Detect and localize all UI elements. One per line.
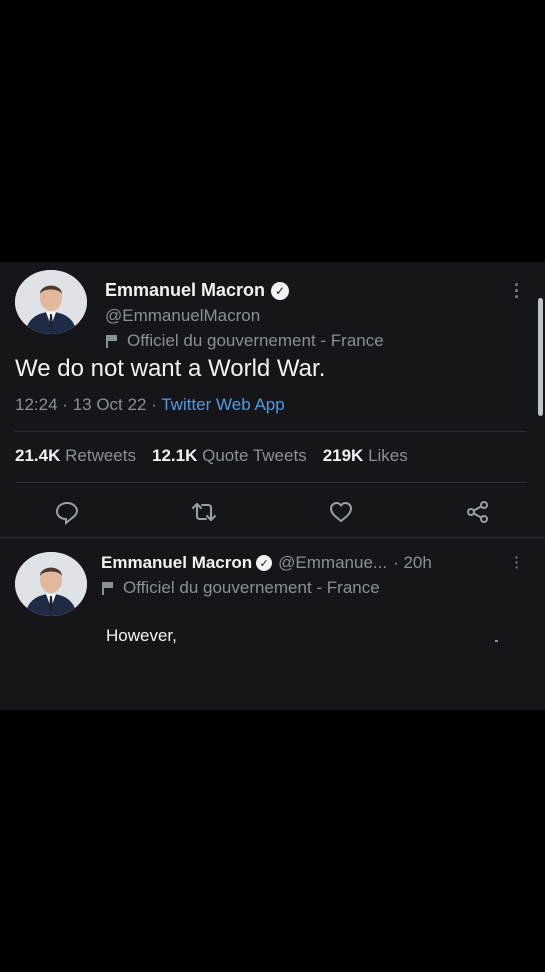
author-name[interactable]: Emmanuel Macron bbox=[105, 280, 265, 301]
divider bbox=[0, 537, 545, 538]
reply-header: Emmanuel Macron ✓ @Emmanue... · 20h bbox=[101, 553, 432, 573]
reply-author-handle[interactable]: @Emmanue... bbox=[278, 553, 387, 573]
author-handle[interactable]: @EmmanuelMacron bbox=[105, 306, 260, 326]
retweet-icon[interactable] bbox=[190, 498, 218, 526]
quote-tweets-count: 12.1K bbox=[151, 446, 198, 465]
reply-icon[interactable] bbox=[53, 498, 81, 526]
government-label: Officiel du gouvernement - France bbox=[105, 331, 384, 351]
quote-tweets-stat[interactable]: 12.1K Quote Tweets bbox=[152, 446, 307, 466]
divider bbox=[15, 482, 527, 483]
quote-tweets-label: Quote Tweets bbox=[202, 446, 307, 465]
tweet-panel bbox=[0, 262, 545, 710]
tweet-meta: 12:24 · 13 Oct 22 · Twitter Web App bbox=[15, 395, 285, 415]
meta-separator: · bbox=[151, 395, 157, 414]
reply-text: However, bbox=[106, 626, 177, 645]
reply-age[interactable]: · 20h bbox=[393, 553, 432, 573]
tweet-time[interactable]: 12:24 bbox=[15, 395, 58, 414]
tweet-stats: 21.4K Retweets 12.1K Quote Tweets 219K L… bbox=[15, 446, 408, 466]
stray-mark bbox=[495, 640, 498, 642]
share-icon[interactable] bbox=[464, 498, 492, 526]
likes-label: Likes bbox=[368, 446, 408, 465]
portrait-image bbox=[15, 270, 87, 334]
portrait-image bbox=[15, 552, 87, 616]
government-label-text: Officiel du gouvernement - France bbox=[127, 331, 384, 350]
screen: Emmanuel Macron ✓ @EmmanuelMacron Offici… bbox=[0, 0, 545, 972]
flag-icon bbox=[101, 581, 115, 595]
retweets-stat[interactable]: 21.4K Retweets bbox=[15, 446, 136, 466]
scrollbar[interactable] bbox=[538, 298, 543, 416]
retweets-label: Retweets bbox=[65, 446, 136, 465]
tweet-date[interactable]: 13 Oct 22 bbox=[73, 395, 147, 414]
author-name-row: Emmanuel Macron ✓ bbox=[105, 280, 290, 301]
like-icon[interactable] bbox=[327, 498, 355, 526]
divider bbox=[15, 431, 527, 432]
reply-government-label: Officiel du gouvernement - France bbox=[101, 578, 380, 598]
likes-count: 219K bbox=[322, 446, 364, 465]
reply-author-avatar[interactable] bbox=[15, 552, 87, 616]
flag-icon bbox=[105, 334, 119, 348]
reply-more-options-icon[interactable]: · · · bbox=[514, 550, 520, 574]
reply-author-name[interactable]: Emmanuel Macron bbox=[101, 553, 252, 573]
verified-badge-icon: ✓ bbox=[256, 555, 273, 571]
tweet-text: We do not want a World War. bbox=[15, 355, 326, 382]
retweets-count: 21.4K bbox=[15, 446, 61, 465]
tweet-source-link[interactable]: Twitter Web App bbox=[161, 395, 284, 414]
author-avatar[interactable] bbox=[15, 270, 87, 334]
more-options-icon[interactable]: · · · bbox=[514, 276, 520, 306]
action-bar bbox=[0, 498, 545, 528]
meta-separator: · bbox=[62, 395, 68, 414]
likes-stat[interactable]: 219K Likes bbox=[323, 446, 408, 466]
reply-government-label-text: Officiel du gouvernement - France bbox=[123, 578, 380, 597]
verified-badge-icon: ✓ bbox=[271, 281, 290, 300]
